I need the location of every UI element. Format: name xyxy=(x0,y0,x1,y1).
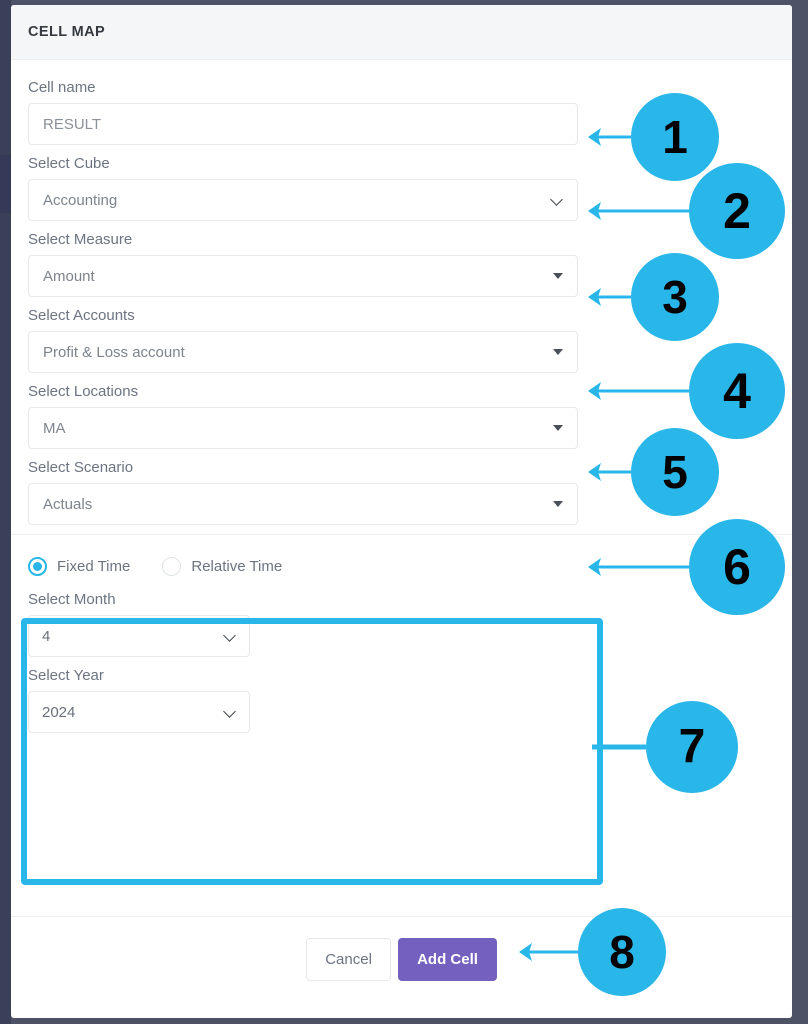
caret-down-icon xyxy=(553,273,563,279)
modal-spacer xyxy=(28,762,775,808)
radio-relative-time[interactable]: Relative Time xyxy=(162,557,282,576)
select-month-dropdown[interactable]: 4 xyxy=(28,615,250,657)
select-cube-dropdown[interactable]: Accounting xyxy=(28,179,578,221)
caret-down-icon xyxy=(553,349,563,355)
select-year-dropdown[interactable]: 2024 xyxy=(28,691,250,733)
select-measure-dropdown[interactable]: Amount xyxy=(28,255,578,297)
time-mode-radio-group: Fixed Time Relative Time xyxy=(28,557,775,576)
radio-fixed-time-label: Fixed Time xyxy=(57,558,131,575)
radio-unselected-icon xyxy=(162,557,182,576)
cell-map-modal: CELL MAP Cell name RESULT Select Cube Ac… xyxy=(11,5,792,1018)
field-select-measure: Select Measure Amount xyxy=(28,230,775,297)
app-sidebar xyxy=(0,0,11,1024)
cell-name-value: RESULT xyxy=(43,115,102,133)
select-month-value: 4 xyxy=(42,627,51,645)
select-accounts-dropdown[interactable]: Profit & Loss account xyxy=(28,331,578,373)
add-cell-button[interactable]: Add Cell xyxy=(398,938,497,981)
label-select-month: Select Month xyxy=(28,591,116,608)
field-select-accounts: Select Accounts Profit & Loss account xyxy=(28,306,775,373)
select-scenario-value: Actuals xyxy=(43,495,93,513)
radio-fixed-time[interactable]: Fixed Time xyxy=(28,557,130,576)
radio-relative-time-label: Relative Time xyxy=(191,558,283,575)
app-right-edge xyxy=(792,0,808,1024)
label-select-cube: Select Cube xyxy=(28,155,110,172)
modal-header: CELL MAP xyxy=(11,5,792,60)
label-select-locations: Select Locations xyxy=(28,383,139,400)
field-select-month: Select Month 4 xyxy=(28,590,775,657)
time-section: Fixed Time Relative Time Select Month 4 … xyxy=(11,534,792,762)
select-cube-value: Accounting xyxy=(43,191,118,209)
page-title: CELL MAP xyxy=(28,24,106,40)
caret-down-icon xyxy=(553,501,563,507)
field-select-locations: Select Locations MA xyxy=(28,382,775,449)
field-select-scenario: Select Scenario Actuals xyxy=(28,458,775,525)
modal-body: Cell name RESULT Select Cube Accounting … xyxy=(11,60,792,808)
cancel-button[interactable]: Cancel xyxy=(306,938,392,981)
cell-name-input[interactable]: RESULT xyxy=(28,103,578,145)
modal-footer: Cancel Add Cell xyxy=(11,916,792,1018)
field-select-year: Select Year 2024 xyxy=(28,666,775,733)
select-scenario-dropdown[interactable]: Actuals xyxy=(28,483,578,525)
caret-down-icon xyxy=(553,425,563,431)
radio-selected-icon xyxy=(28,557,47,576)
field-select-cube: Select Cube Accounting xyxy=(28,154,775,221)
field-cell-name: Cell name RESULT xyxy=(28,78,775,145)
label-select-scenario: Select Scenario xyxy=(28,459,134,476)
label-cell-name: Cell name xyxy=(28,79,96,96)
label-select-accounts: Select Accounts xyxy=(28,307,135,324)
select-measure-value: Amount xyxy=(43,267,95,285)
select-year-value: 2024 xyxy=(42,703,76,721)
select-locations-dropdown[interactable]: MA xyxy=(28,407,578,449)
sidebar-active-item xyxy=(0,155,11,213)
label-select-year: Select Year xyxy=(28,667,104,684)
select-locations-value: MA xyxy=(43,419,66,437)
chevron-down-icon xyxy=(551,194,563,206)
chevron-down-icon xyxy=(224,706,236,718)
select-accounts-value: Profit & Loss account xyxy=(43,343,185,361)
label-select-measure: Select Measure xyxy=(28,231,133,248)
chevron-down-icon xyxy=(224,630,236,642)
